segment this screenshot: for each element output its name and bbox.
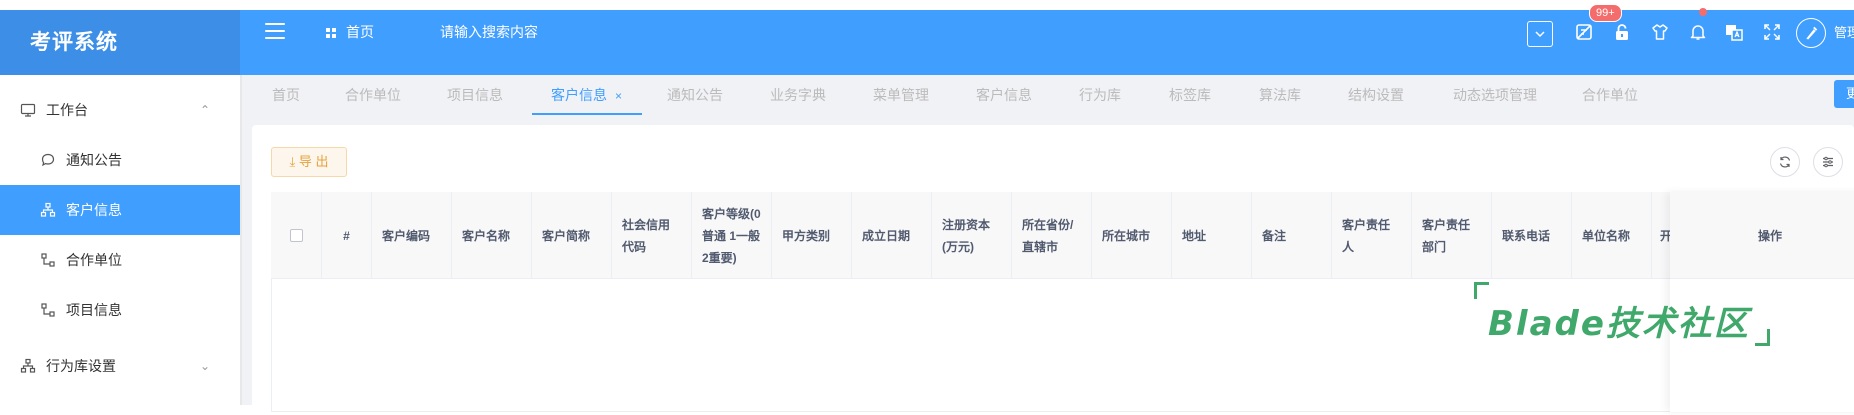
sliders-icon bbox=[1823, 156, 1833, 168]
watermark-text: Blade技术社区 bbox=[1488, 304, 1750, 344]
tab-projects[interactable]: 项目信息 bbox=[447, 75, 503, 115]
sidebar-item-customer-info[interactable]: 客户信息 bbox=[0, 185, 240, 235]
col-phone[interactable]: 联系电话 bbox=[1492, 192, 1572, 279]
sidebar-item-label: 客户信息 bbox=[66, 202, 122, 218]
sidebar-item-notices[interactable]: 通知公告 bbox=[0, 135, 240, 185]
chat-bubble-icon bbox=[40, 152, 56, 168]
more-button[interactable]: 更 bbox=[1834, 80, 1854, 108]
export-button[interactable]: ⤓ 导 出 bbox=[271, 147, 347, 177]
chevron-up-icon: ⌃ bbox=[199, 103, 210, 117]
grid-icon bbox=[326, 28, 336, 38]
notification-dot bbox=[1699, 8, 1707, 16]
col-customer-code[interactable]: 客户编码 bbox=[372, 192, 452, 279]
col-founding-date[interactable]: 成立日期 bbox=[852, 192, 932, 279]
tab-notices[interactable]: 通知公告 bbox=[667, 75, 723, 115]
select-all-checkbox[interactable] bbox=[289, 229, 303, 242]
refresh-icon bbox=[1779, 156, 1791, 168]
tab-menu-management[interactable]: 菜单管理 bbox=[873, 75, 929, 115]
no-screen-icon[interactable] bbox=[1574, 22, 1594, 42]
sidebar-item-projects[interactable]: 项目信息 bbox=[0, 285, 240, 335]
column-settings-button[interactable] bbox=[1813, 147, 1843, 177]
col-customer-level[interactable]: 客户等级(0普通 1一般 2重要) bbox=[692, 192, 772, 279]
select-all-checkbox-cell[interactable] bbox=[271, 192, 322, 279]
col-party-category[interactable]: 甲方类别 bbox=[772, 192, 852, 279]
tab-tag-library[interactable]: 标签库 bbox=[1169, 75, 1211, 115]
refresh-button[interactable] bbox=[1770, 147, 1800, 177]
header-home-label: 首页 bbox=[346, 24, 374, 40]
tab-home[interactable]: 首页 bbox=[272, 75, 300, 115]
tab-structure-settings[interactable]: 结构设置 bbox=[1348, 75, 1404, 115]
tab-dynamic-options[interactable]: 动态选项管理 bbox=[1453, 75, 1537, 115]
tab-label: 客户信息 bbox=[551, 87, 607, 103]
col-address[interactable]: 地址 bbox=[1172, 192, 1252, 279]
col-credit-code[interactable]: 社会信用代码 bbox=[612, 192, 692, 279]
sidebar-item-label: 合作单位 bbox=[66, 252, 122, 268]
user-name[interactable]: 管理 bbox=[1834, 0, 1854, 65]
lock-icon[interactable] bbox=[1612, 22, 1632, 42]
notification-badge: 99+ bbox=[1589, 4, 1622, 22]
tree-icon bbox=[40, 302, 56, 318]
watermark-corner bbox=[1474, 282, 1489, 299]
tab-customer-info[interactable]: 客户信息 × bbox=[551, 75, 622, 115]
tree-icon bbox=[40, 252, 56, 268]
language-icon[interactable] bbox=[1724, 22, 1744, 42]
app-title: 考评系统 bbox=[0, 10, 240, 75]
monitor-icon bbox=[20, 102, 36, 118]
close-icon[interactable]: × bbox=[615, 89, 622, 103]
org-chart-icon bbox=[20, 358, 36, 374]
sidebar-item-label: 通知公告 bbox=[66, 152, 122, 168]
col-remark[interactable]: 备注 bbox=[1252, 192, 1332, 279]
watermark: Blade技术社区 bbox=[1474, 282, 1770, 346]
org-chart-icon bbox=[40, 202, 56, 218]
col-registered-capital[interactable]: 注册资本(万元) bbox=[932, 192, 1012, 279]
tab-customer-info-2[interactable]: 客户信息 bbox=[976, 75, 1032, 115]
col-owner-dept[interactable]: 客户责任部门 bbox=[1412, 192, 1492, 279]
col-unit-name[interactable]: 单位名称 bbox=[1572, 192, 1652, 279]
fullscreen-icon[interactable] bbox=[1762, 22, 1782, 42]
search-input[interactable]: 请输入搜索内容 bbox=[440, 0, 538, 65]
col-index: # bbox=[322, 192, 372, 279]
menu-toggle-icon[interactable] bbox=[265, 23, 285, 41]
sidebar-item-behavior-settings[interactable]: 行为库设置 ⌄ bbox=[0, 341, 240, 391]
chevron-down-icon[interactable] bbox=[1527, 21, 1553, 47]
shirt-icon[interactable] bbox=[1650, 22, 1670, 42]
tab-partners[interactable]: 合作单位 bbox=[345, 75, 401, 115]
col-owner[interactable]: 客户责任人 bbox=[1332, 192, 1412, 279]
sidebar-item-label: 行为库设置 bbox=[46, 358, 116, 374]
download-icon: ⤓ bbox=[289, 154, 296, 169]
sidebar-item-workbench[interactable]: 工作台 ⌃ bbox=[0, 85, 240, 135]
watermark-corner bbox=[1755, 329, 1770, 346]
top-header: 考评系统 bbox=[0, 10, 1854, 75]
tab-dictionary[interactable]: 业务字典 bbox=[770, 75, 826, 115]
col-customer-abbr[interactable]: 客户简称 bbox=[532, 192, 612, 279]
sidebar-item-label: 工作台 bbox=[46, 102, 88, 118]
sidebar-item-partners[interactable]: 合作单位 bbox=[0, 235, 240, 285]
chevron-down-icon: ⌄ bbox=[199, 359, 210, 373]
export-label: 导 出 bbox=[298, 154, 329, 169]
sidebar-item-label: 项目信息 bbox=[66, 302, 122, 318]
tab-behavior-library[interactable]: 行为库 bbox=[1079, 75, 1121, 115]
tab-algorithm-library[interactable]: 算法库 bbox=[1259, 75, 1301, 115]
bell-icon[interactable] bbox=[1688, 22, 1708, 42]
col-city[interactable]: 所在城市 bbox=[1092, 192, 1172, 279]
col-customer-name[interactable]: 客户名称 bbox=[452, 192, 532, 279]
active-tab-indicator bbox=[532, 113, 642, 115]
tab-partners-2[interactable]: 合作单位 bbox=[1582, 75, 1638, 115]
avatar[interactable] bbox=[1796, 18, 1826, 48]
col-province[interactable]: 所在省份/直辖市 bbox=[1012, 192, 1092, 279]
col-operations: 操作 bbox=[1670, 192, 1854, 279]
header-home-link[interactable]: 首页 bbox=[326, 0, 374, 65]
